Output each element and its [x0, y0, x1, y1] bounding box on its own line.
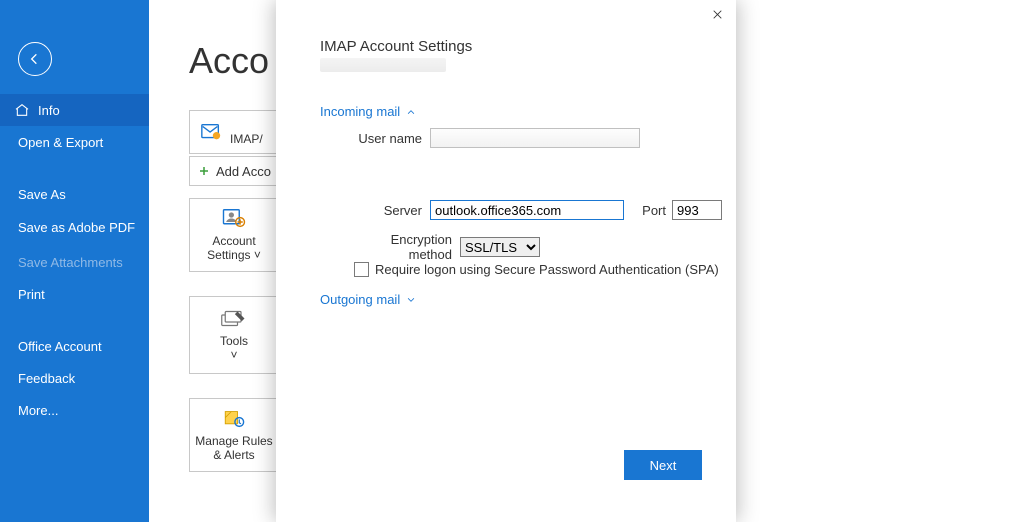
next-button-label: Next	[650, 458, 677, 473]
server-input[interactable]	[430, 200, 624, 220]
server-label: Server	[346, 203, 422, 218]
sidebar-item-print[interactable]: Print	[0, 278, 149, 310]
sidebar-item-save-as-adobe-pdf[interactable]: Save as Adobe PDF	[0, 210, 149, 246]
sidebar-item-label: Save as Adobe PDF	[18, 220, 135, 236]
next-button[interactable]: Next	[624, 450, 702, 480]
account-settings-button[interactable]: Account Settings ˅	[189, 198, 279, 272]
incoming-mail-section-toggle[interactable]: Incoming mail	[320, 104, 416, 119]
page-title: Acco	[189, 40, 269, 82]
user-name-label: User name	[346, 131, 422, 146]
account-box[interactable]: IMAP/	[230, 118, 263, 146]
outgoing-mail-section-toggle[interactable]: Outgoing mail	[320, 292, 416, 307]
section-label: Incoming mail	[320, 104, 400, 119]
big-button-label: Account Settings ˅	[190, 234, 278, 262]
user-name-input[interactable]	[430, 128, 640, 148]
sidebar-item-office-account[interactable]: Office Account	[0, 330, 149, 362]
account-type-label: IMAP/	[230, 132, 263, 146]
sidebar-item-label: Save Attachments	[18, 255, 123, 270]
add-account-label: Add Acco	[216, 164, 271, 179]
section-label: Outgoing mail	[320, 292, 400, 307]
spa-label: Require logon using Secure Password Auth…	[375, 262, 719, 277]
tools-button[interactable]: Tools˅	[189, 296, 279, 374]
sidebar-item-more[interactable]: More...	[0, 394, 149, 426]
manage-rules-button[interactable]: Manage Rules & Alerts	[189, 398, 279, 472]
port-label: Port	[636, 203, 666, 218]
manage-rules-icon	[220, 408, 248, 432]
big-button-label: Manage Rules & Alerts	[190, 434, 278, 462]
sidebar-item-save-attachments: Save Attachments	[0, 246, 149, 278]
tools-icon	[220, 308, 248, 332]
sidebar-item-label: Info	[38, 103, 60, 118]
dialog-close-button[interactable]	[704, 2, 730, 26]
sidebar-item-info[interactable]: Info	[0, 94, 149, 126]
sidebar-item-save-as[interactable]: Save As	[0, 178, 149, 210]
backstage-sidebar: Info Open & Export Save As Save as Adobe…	[0, 0, 149, 522]
sidebar-item-label: Open & Export	[18, 135, 103, 150]
back-button[interactable]	[18, 42, 52, 76]
sidebar-item-label: More...	[18, 403, 58, 418]
encryption-method-select[interactable]: SSL/TLS	[460, 237, 540, 257]
dialog-title: IMAP Account Settings	[320, 38, 472, 55]
sidebar-item-label: Print	[18, 287, 45, 302]
sidebar-item-label: Feedback	[18, 371, 75, 386]
sidebar-item-feedback[interactable]: Feedback	[0, 362, 149, 394]
spa-checkbox[interactable]	[354, 262, 369, 277]
account-settings-icon	[220, 208, 248, 232]
dialog-email-redacted	[320, 58, 446, 72]
chevron-up-icon	[406, 107, 416, 117]
sidebar-item-label: Office Account	[18, 339, 102, 354]
sidebar-item-open-export[interactable]: Open & Export	[0, 126, 149, 158]
account-type-icon	[200, 121, 222, 143]
sidebar-item-label: Save As	[18, 187, 66, 202]
encryption-method-label: Encryption method	[346, 232, 452, 262]
imap-account-settings-dialog: IMAP Account Settings Incoming mail User…	[276, 0, 736, 522]
port-input[interactable]	[672, 200, 722, 220]
chevron-down-icon	[406, 295, 416, 305]
big-button-label: Tools˅	[220, 334, 248, 362]
